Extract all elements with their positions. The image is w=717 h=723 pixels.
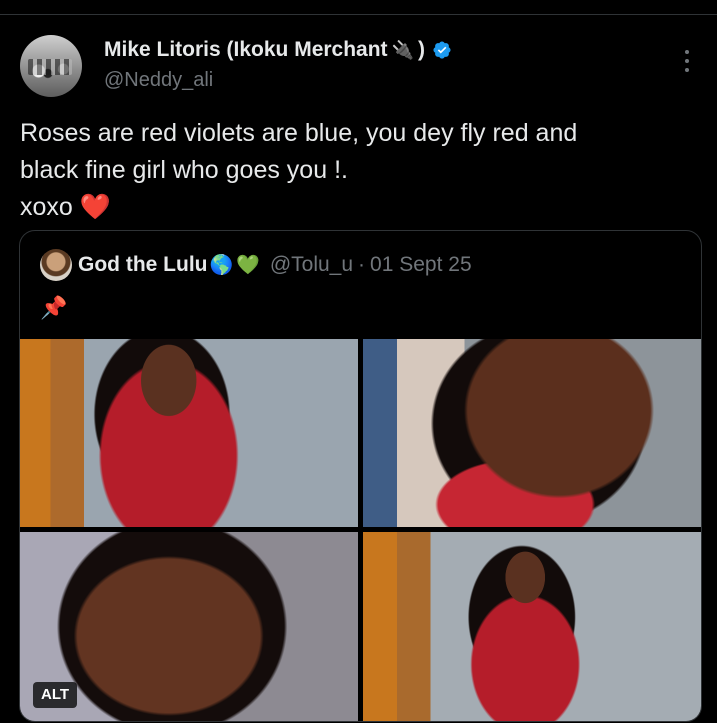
media-photo-3[interactable]: ALT: [20, 532, 358, 721]
quoted-avatar[interactable]: [40, 249, 72, 281]
tweet-text: Roses are red violets are blue, you dey …: [20, 115, 680, 226]
media-photo-4[interactable]: [363, 532, 701, 721]
author-name-row[interactable]: Mike Litoris (Ikoku Merchant 🔌 ): [104, 38, 452, 62]
more-options-icon[interactable]: [684, 50, 690, 72]
quoted-separator: ·: [358, 253, 366, 276]
heart-emoji: ❤️: [79, 193, 111, 221]
quoted-header: God the Lulu 🌎 💚 @Tolu_u · 01 Sept 25: [78, 253, 472, 277]
quoted-handle[interactable]: @Tolu_u: [270, 253, 353, 277]
media-grid: ALT: [20, 339, 701, 721]
author-avatar[interactable]: [20, 35, 82, 97]
top-divider: [0, 14, 717, 15]
plug-emoji: 🔌: [391, 39, 414, 60]
alt-badge[interactable]: ALT: [33, 682, 78, 708]
author-name-close: ): [417, 38, 425, 61]
media-photo-1[interactable]: [20, 339, 358, 527]
globe-emoji: 🌎: [209, 255, 234, 276]
pin-emoji: 📌: [40, 295, 68, 320]
verified-badge-icon: [433, 41, 451, 59]
quoted-date[interactable]: 01 Sept 25: [370, 253, 472, 277]
green-heart-emoji: 💚: [236, 255, 260, 276]
quoted-name[interactable]: God the Lulu: [78, 253, 207, 277]
author-name[interactable]: Mike Litoris (Ikoku Merchant: [104, 38, 388, 62]
author-handle[interactable]: @Neddy_ali: [104, 69, 213, 92]
quoted-tweet-card[interactable]: God the Lulu 🌎 💚 @Tolu_u · 01 Sept 25 📌 …: [19, 230, 702, 722]
media-photo-2[interactable]: [363, 339, 701, 527]
